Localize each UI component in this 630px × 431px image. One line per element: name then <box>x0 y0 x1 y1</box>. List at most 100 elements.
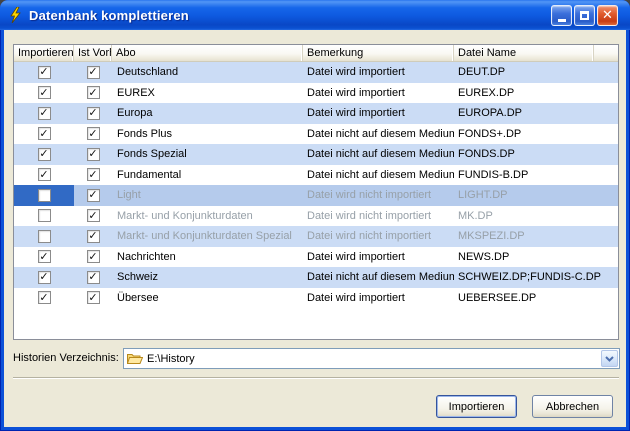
importieren-checkbox[interactable]: ✓ <box>38 148 51 161</box>
ist-vorh-checkbox[interactable]: ✓ <box>87 271 100 284</box>
bemerkung-cell[interactable]: Datei wird importiert <box>303 83 454 104</box>
ist-vorh-cell[interactable]: ✓ <box>74 226 112 247</box>
bemerkung-cell[interactable]: Datei nicht auf diesem Medium <box>303 165 454 186</box>
bemerkung-cell[interactable]: Datei wird importiert <box>303 247 454 268</box>
importieren-cell[interactable]: ✓ <box>14 267 74 288</box>
maximize-button[interactable] <box>574 5 595 26</box>
datei-name-cell[interactable]: SCHWEIZ.DP;FUNDIS-C.DP <box>454 267 618 288</box>
ist-vorh-checkbox[interactable]: ✓ <box>87 107 100 120</box>
abo-cell[interactable]: Europa <box>112 103 303 124</box>
combobox-dropdown-button[interactable] <box>601 350 618 367</box>
importieren-cell[interactable]: ✓ <box>14 83 74 104</box>
abo-cell[interactable]: Nachrichten <box>112 247 303 268</box>
table-row[interactable]: ✓ ✓ DeutschlandDatei wird importiertDEUT.D… <box>14 62 618 83</box>
ist-vorh-checkbox[interactable]: ✓ <box>87 230 100 243</box>
table-row[interactable]: ✓ ✓ FundamentalDatei nicht auf diesem Medi… <box>14 165 618 186</box>
ist-vorh-checkbox[interactable]: ✓ <box>87 168 100 181</box>
table-row[interactable]: ✓ ✓ Fonds SpezialDatei nicht auf diesem Me… <box>14 144 618 165</box>
importieren-checkbox[interactable]: ✓ <box>38 250 51 263</box>
datei-name-cell[interactable]: UEBERSEE.DP <box>454 288 618 309</box>
importieren-checkbox[interactable]: ✓ <box>38 107 51 120</box>
abo-cell[interactable]: Light <box>112 185 303 206</box>
importieren-cell[interactable]: ✓ <box>14 288 74 309</box>
ist-vorh-cell[interactable]: ✓ <box>74 124 112 145</box>
importieren-checkbox[interactable]: ✓ <box>38 291 51 304</box>
table-row[interactable]: ✓Markt- und KonjunkturdatenDatei wird ni… <box>14 206 618 227</box>
bemerkung-cell[interactable]: Datei wird importiert <box>303 103 454 124</box>
ist-vorh-checkbox[interactable]: ✓ <box>87 291 100 304</box>
importieren-cell[interactable]: ✓ <box>14 144 74 165</box>
table-row[interactable]: ✓✓SchweizDatei nicht auf diesem MediumSC… <box>14 267 618 288</box>
importieren-checkbox[interactable]: ✓ <box>38 168 51 181</box>
importieren-checkbox[interactable] <box>38 230 51 243</box>
ist-vorh-cell[interactable]: ✓ <box>74 165 112 186</box>
ist-vorh-cell[interactable]: ✓ <box>74 83 112 104</box>
bemerkung-cell[interactable]: Datei wird nicht importiert <box>303 226 454 247</box>
importieren-cell[interactable] <box>14 206 74 227</box>
minimize-button[interactable] <box>551 5 572 26</box>
bemerkung-cell[interactable]: Datei wird nicht importiert <box>303 206 454 227</box>
bemerkung-cell[interactable]: Datei wird importiert <box>303 288 454 309</box>
bemerkung-cell[interactable]: Datei nicht auf diesem Medium <box>303 124 454 145</box>
importieren-checkbox[interactable]: ✓ <box>38 86 51 99</box>
table-row[interactable]: ✓ ✓ ÜberseeDatei wird importiertUEBERSEE.D… <box>14 288 618 309</box>
importieren-cell[interactable]: ✓ <box>14 103 74 124</box>
bemerkung-cell[interactable]: Datei nicht auf diesem Medium <box>303 267 454 288</box>
importieren-checkbox[interactable]: ✓ <box>38 271 51 284</box>
table-row[interactable]: ✓Markt- und Konjunkturdaten SpezialDatei… <box>14 226 618 247</box>
column-header-importieren[interactable]: Importieren <box>14 45 74 61</box>
ist-vorh-checkbox[interactable]: ✓ <box>87 189 100 202</box>
datei-name-cell[interactable]: FONDS+.DP <box>454 124 618 145</box>
importieren-checkbox[interactable]: ✓ <box>38 127 51 140</box>
ist-vorh-cell[interactable]: ✓ <box>74 103 112 124</box>
datei-name-cell[interactable]: NEWS.DP <box>454 247 618 268</box>
importieren-checkbox[interactable]: ✓ <box>38 66 51 79</box>
bemerkung-cell[interactable]: Datei wird nicht importiert <box>303 185 454 206</box>
ist-vorh-cell[interactable]: ✓ <box>74 267 112 288</box>
column-header-bemerkung[interactable]: Bemerkung <box>303 45 454 61</box>
import-button[interactable]: Importieren <box>436 395 517 418</box>
datei-name-cell[interactable]: EUROPA.DP <box>454 103 618 124</box>
table-row[interactable]: ✓ ✓ EUREXDatei wird importiertEUREX.DP <box>14 83 618 104</box>
table-row[interactable]: ✓ ✓ Fonds PlusDatei nicht auf diesem Mediu… <box>14 124 618 145</box>
importieren-cell[interactable]: ✓ <box>14 165 74 186</box>
close-button[interactable]: ✕ <box>597 5 618 26</box>
datei-name-cell[interactable]: MKSPEZI.DP <box>454 226 618 247</box>
abo-cell[interactable]: Fundamental <box>112 165 303 186</box>
ist-vorh-cell[interactable]: ✓ <box>74 144 112 165</box>
table-row[interactable]: ✓✓NachrichtenDatei wird importiertNEWS.D… <box>14 247 618 268</box>
abo-cell[interactable]: EUREX <box>112 83 303 104</box>
abo-cell[interactable]: Fonds Plus <box>112 124 303 145</box>
column-header-abo[interactable]: Abo <box>112 45 303 61</box>
ist-vorh-checkbox[interactable]: ✓ <box>87 127 100 140</box>
column-header-datei-name[interactable]: Datei Name <box>454 45 594 61</box>
abo-cell[interactable]: Markt- und Konjunkturdaten <box>112 206 303 227</box>
importieren-checkbox[interactable] <box>38 189 51 202</box>
bemerkung-cell[interactable]: Datei wird importiert <box>303 62 454 83</box>
ist-vorh-cell[interactable]: ✓ <box>74 62 112 83</box>
datei-name-cell[interactable]: FUNDIS-B.DP <box>454 165 618 186</box>
ist-vorh-checkbox[interactable]: ✓ <box>87 86 100 99</box>
abo-cell[interactable]: Deutschland <box>112 62 303 83</box>
abo-cell[interactable]: Fonds Spezial <box>112 144 303 165</box>
datei-name-cell[interactable]: FONDS.DP <box>454 144 618 165</box>
table-row[interactable]: ✓ ✓ EuropaDatei wird importiertEUROPA.DP <box>14 103 618 124</box>
abo-cell[interactable]: Übersee <box>112 288 303 309</box>
bemerkung-cell[interactable]: Datei nicht auf diesem Medium <box>303 144 454 165</box>
ist-vorh-cell[interactable]: ✓ <box>74 247 112 268</box>
ist-vorh-checkbox[interactable]: ✓ <box>87 66 100 79</box>
importieren-cell[interactable]: ✓ <box>14 247 74 268</box>
ist-vorh-cell[interactable]: ✓ <box>74 185 112 206</box>
datei-name-cell[interactable]: EUREX.DP <box>454 83 618 104</box>
ist-vorh-checkbox[interactable]: ✓ <box>87 148 100 161</box>
table-row[interactable]: ✓ LightDatei wird nicht importiertLIGHT.D… <box>14 185 618 206</box>
importieren-cell[interactable] <box>14 226 74 247</box>
importieren-checkbox[interactable] <box>38 209 51 222</box>
cancel-button[interactable]: Abbrechen <box>532 395 613 418</box>
importieren-cell[interactable] <box>14 185 74 206</box>
datei-name-cell[interactable]: MK.DP <box>454 206 618 227</box>
importieren-cell[interactable]: ✓ <box>14 124 74 145</box>
column-header-ist-vorh[interactable]: Ist Vorh. <box>74 45 112 61</box>
datei-name-cell[interactable]: DEUT.DP <box>454 62 618 83</box>
datei-name-cell[interactable]: LIGHT.DP <box>454 185 618 206</box>
